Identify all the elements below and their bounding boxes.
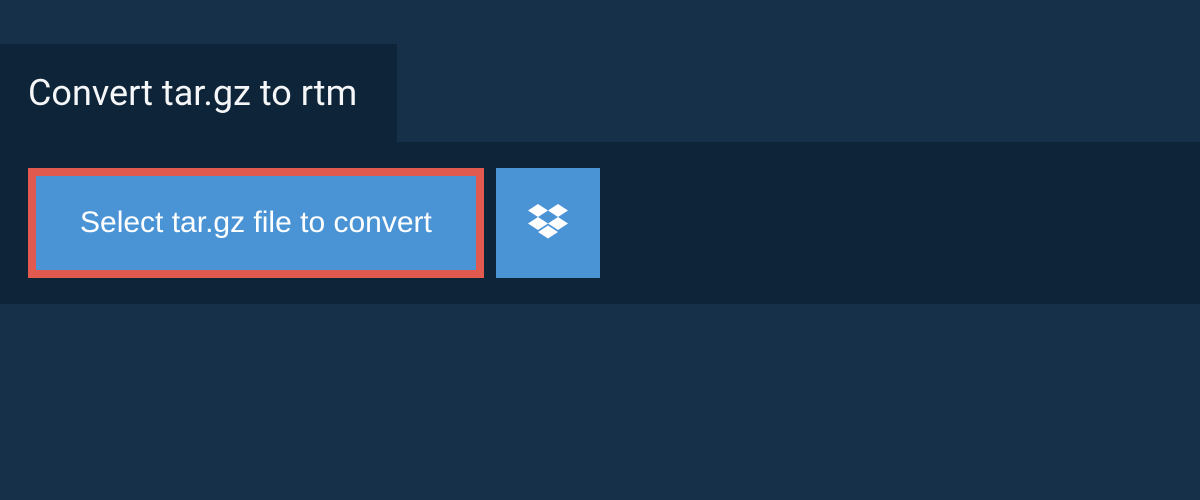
button-row: Select tar.gz file to convert xyxy=(28,168,1172,278)
select-file-label: Select tar.gz file to convert xyxy=(80,206,432,240)
header-tab: Convert tar.gz to rtm xyxy=(0,44,397,142)
select-file-button[interactable]: Select tar.gz file to convert xyxy=(28,168,484,278)
dropbox-icon xyxy=(528,204,568,243)
page-title: Convert tar.gz to rtm xyxy=(28,72,357,114)
dropbox-button[interactable] xyxy=(496,168,600,278)
upload-panel: Select tar.gz file to convert xyxy=(0,142,1200,304)
